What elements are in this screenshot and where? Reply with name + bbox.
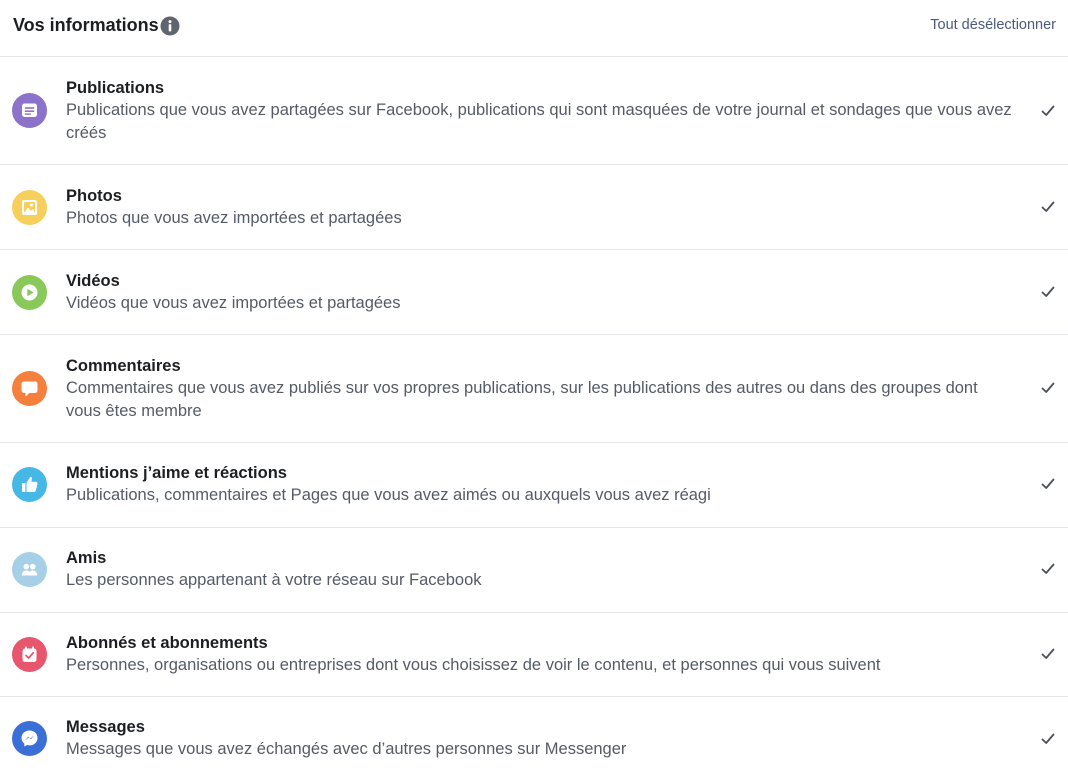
list-item-text: Photos Photos que vous avez importées et… [66, 185, 1016, 230]
checkmark-icon[interactable] [1040, 103, 1056, 119]
list-item-photos[interactable]: Photos Photos que vous avez importées et… [0, 165, 1068, 250]
list-item-description: Publications que vous avez partagées sur… [66, 101, 1012, 142]
list-item-followers[interactable]: Abonnés et abonnements Personnes, organi… [0, 613, 1068, 697]
checkmark-icon[interactable] [1040, 380, 1056, 396]
list-item-text: Mentions j’aime et réactions Publication… [66, 462, 1016, 507]
list-item-title: Commentaires [66, 357, 181, 375]
list-item-description: Personnes, organisations ou entreprises … [66, 656, 881, 674]
list-item-title: Abonnés et abonnements [66, 634, 268, 652]
photos-icon [12, 190, 47, 225]
list-item-videos[interactable]: Vidéos Vidéos que vous avez importées et… [0, 250, 1068, 335]
list-item-description: Messages que vous avez échangés avec d’a… [66, 740, 627, 758]
list-item-title: Vidéos [66, 272, 120, 290]
list-item-likes-reactions[interactable]: Mentions j’aime et réactions Publication… [0, 443, 1068, 528]
deselect-all-link[interactable]: Tout désélectionner [930, 16, 1056, 34]
posts-icon [12, 93, 47, 128]
checkmark-icon[interactable] [1040, 284, 1056, 300]
followers-icon [12, 637, 47, 672]
list-item-publications[interactable]: Publications Publications que vous avez … [0, 57, 1068, 165]
list-item-description: Les personnes appartenant à votre réseau… [66, 571, 482, 589]
messenger-icon [12, 721, 47, 756]
list-item-text: Vidéos Vidéos que vous avez importées et… [66, 270, 1016, 315]
list-item-description: Vidéos que vous avez importées et partag… [66, 294, 401, 312]
list-item-description: Photos que vous avez importées et partag… [66, 209, 402, 227]
checkmark-icon[interactable] [1040, 199, 1056, 215]
list-item-messages[interactable]: Messages Messages que vous avez échangés… [0, 697, 1068, 771]
list-item-title: Mentions j’aime et réactions [66, 464, 287, 482]
list-item-text: Commentaires Commentaires que vous avez … [66, 355, 1016, 423]
list-item-title: Publications [66, 79, 165, 97]
list-item-title: Messages [66, 718, 145, 736]
list-item-text: Amis Les personnes appartenant à votre r… [66, 547, 1016, 592]
checkmark-icon[interactable] [1040, 731, 1056, 747]
list-item-text: Abonnés et abonnements Personnes, organi… [66, 632, 1016, 677]
likes-icon [12, 467, 47, 502]
list-item-comments[interactable]: Commentaires Commentaires que vous avez … [0, 335, 1068, 443]
list-item-text: Publications Publications que vous avez … [66, 77, 1016, 145]
list-item-title: Photos [66, 187, 122, 205]
list-item-friends[interactable]: Amis Les personnes appartenant à votre r… [0, 528, 1068, 613]
friends-icon [12, 552, 47, 587]
section-title: Vos informations [13, 15, 159, 35]
checkmark-icon[interactable] [1040, 561, 1056, 577]
checkmark-icon[interactable] [1040, 476, 1056, 492]
list-item-description: Publications, commentaires et Pages que … [66, 486, 711, 504]
list-item-description: Commentaires que vous avez publiés sur v… [66, 379, 978, 420]
section-header: Vos informations Tout désélectionner [0, 0, 1068, 57]
list-item-title: Amis [66, 549, 107, 567]
info-icon[interactable] [160, 16, 180, 36]
comments-icon [12, 371, 47, 406]
videos-icon [12, 275, 47, 310]
list-item-text: Messages Messages que vous avez échangés… [66, 716, 1016, 761]
checkmark-icon[interactable] [1040, 646, 1056, 662]
